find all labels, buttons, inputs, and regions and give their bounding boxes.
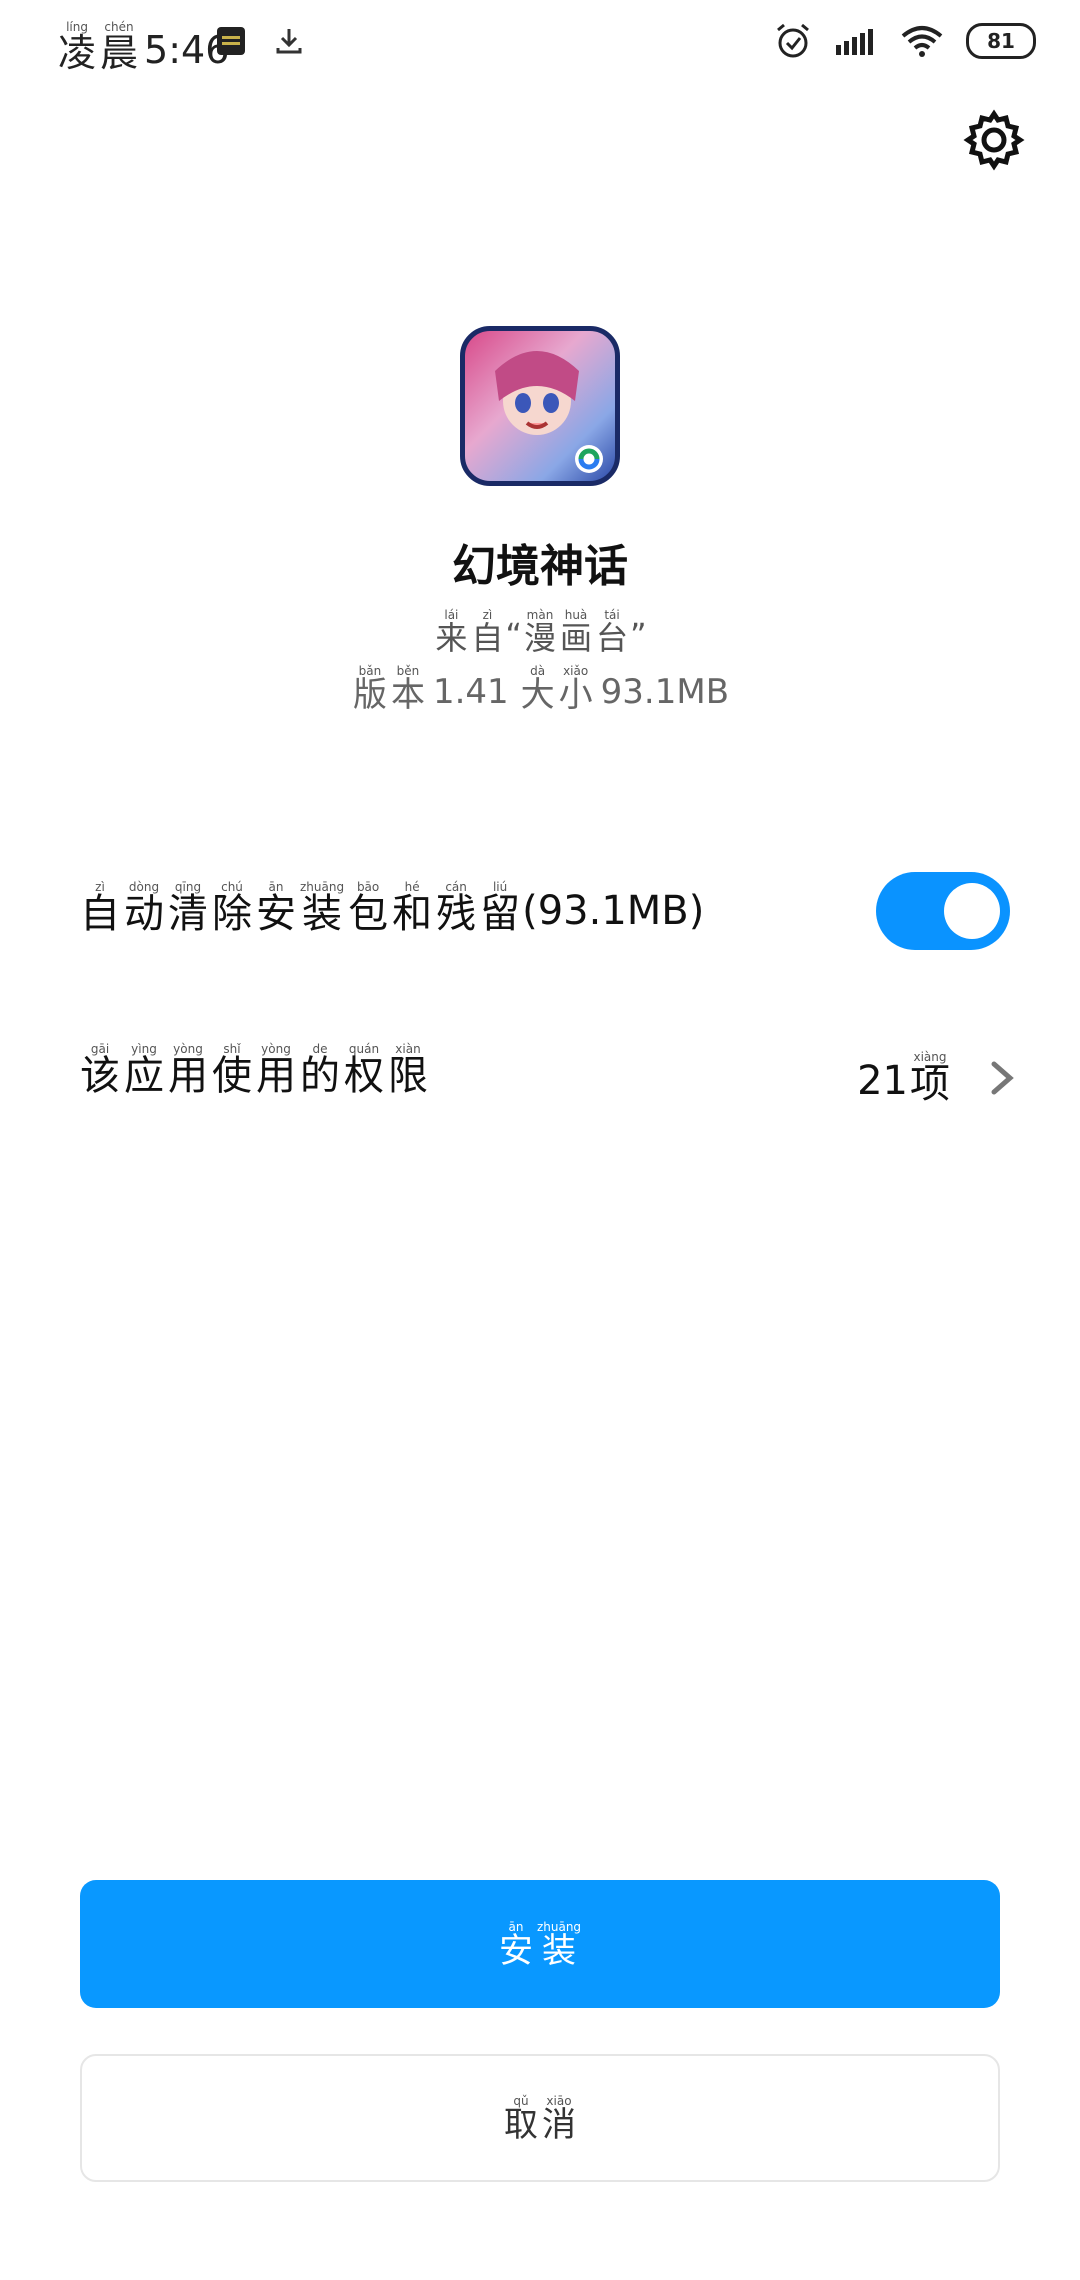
pinyin-char: ān 安	[498, 1920, 533, 1971]
pinyin-char: màn 漫	[523, 608, 556, 657]
app-source: lái 来 zì 自 “ màn 漫 huà 画 tái 台 ”	[0, 608, 1080, 654]
pinyin-char: ān 安	[256, 880, 296, 937]
battery-level: 81	[987, 29, 1015, 53]
pinyin-char: dà 大	[520, 664, 555, 715]
pinyin-char: de 的	[300, 1042, 340, 1099]
auto-clean-label: zì 自 dòng 动 qīng 清 chú 除 ān 安 zhuāng 装 bāo 包 hé…	[78, 880, 704, 934]
size-value: 93.1MB	[600, 672, 730, 712]
pinyin-char: zì 自	[80, 880, 120, 937]
pinyin-char: qīng 清	[168, 880, 208, 937]
pinyin-char: qǔ 取	[504, 2094, 538, 2145]
permissions-count: 21 xiàng 项	[857, 1050, 952, 1104]
pinyin-char: gāi 该	[80, 1042, 120, 1099]
app-notification-icon	[217, 27, 245, 55]
pinyin-char: xiàn 限	[388, 1042, 428, 1099]
chevron-right-icon	[991, 1061, 1014, 1095]
download-icon	[276, 29, 302, 54]
quote-open: “	[505, 616, 522, 654]
pinyin-char: zhuāng 装	[300, 880, 345, 937]
auto-clean-toggle[interactable]	[876, 872, 1010, 950]
pinyin-char: yìng 应	[124, 1042, 164, 1099]
wifi-icon	[901, 26, 943, 57]
app-name: 幻境神话	[452, 541, 628, 592]
pinyin-char: zì 自	[471, 608, 504, 657]
pinyin-char: cán 残	[436, 880, 477, 937]
pinyin-char: bǎn 版	[352, 664, 387, 715]
install-button[interactable]: ān 安 zhuāng 装	[80, 1880, 1000, 2008]
pinyin-char: běn 本	[390, 664, 425, 715]
pinyin-char: yòng 用	[256, 1042, 296, 1099]
status-time: líng 凌 chén 晨 5:46	[56, 20, 229, 72]
permissions-row[interactable]: gāi 该 yìng 应 yòng 用 shǐ 使 yòng 用 de 的 quán 权 xi…	[78, 1042, 1018, 1112]
pinyin-char: liú 留	[480, 880, 521, 937]
pinyin-char: xiàng 项	[910, 1050, 950, 1107]
pinyin-char: quán 权	[344, 1042, 384, 1099]
pinyin-char: xiǎo 小	[558, 664, 593, 715]
alarm-icon	[777, 23, 809, 58]
permissions-count-value: 21	[857, 1058, 908, 1104]
pinyin-char: huà 画	[560, 608, 593, 657]
pinyin-char: lái 来	[435, 608, 468, 657]
quote-close: ”	[630, 616, 647, 654]
signal-icon	[836, 29, 873, 55]
pinyin-char: bāo 包	[348, 880, 389, 937]
toggle-knob	[944, 883, 1000, 939]
status-bar: líng 凌 chén 晨 5:46 81	[0, 0, 1080, 92]
pinyin-char: xiāo 消	[542, 2094, 576, 2145]
battery-icon: 81	[966, 23, 1036, 59]
auto-clean-size: (93.1MB)	[522, 888, 705, 934]
app-icon	[460, 326, 620, 486]
pinyin-char: chén 晨	[100, 20, 139, 75]
app-artwork-icon	[495, 351, 603, 473]
pinyin-char: hé 和	[392, 880, 433, 937]
pinyin-char: dòng 动	[124, 880, 164, 937]
pinyin-char: líng 凌	[58, 20, 97, 75]
settings-gear-icon[interactable]	[962, 108, 1026, 172]
permissions-label: gāi 该 yìng 应 yòng 用 shǐ 使 yòng 用 de 的 quán 权 xi…	[78, 1042, 430, 1096]
version-value: 1.41	[432, 672, 509, 712]
pinyin-char: shǐ 使	[212, 1042, 252, 1099]
app-meta: bǎn 版 běn 本 1.41 dà 大 xiǎo 小 93.1MB	[0, 664, 1080, 712]
pinyin-char: zhuāng 装	[536, 1920, 582, 1971]
pinyin-char: chú 除	[212, 880, 252, 937]
cancel-button[interactable]: qǔ 取 xiāo 消	[80, 2054, 1000, 2182]
pinyin-char: tái 台	[596, 608, 629, 657]
time-prefix: líng 凌 chén 晨	[56, 20, 140, 72]
pinyin-char: yòng 用	[168, 1042, 208, 1099]
